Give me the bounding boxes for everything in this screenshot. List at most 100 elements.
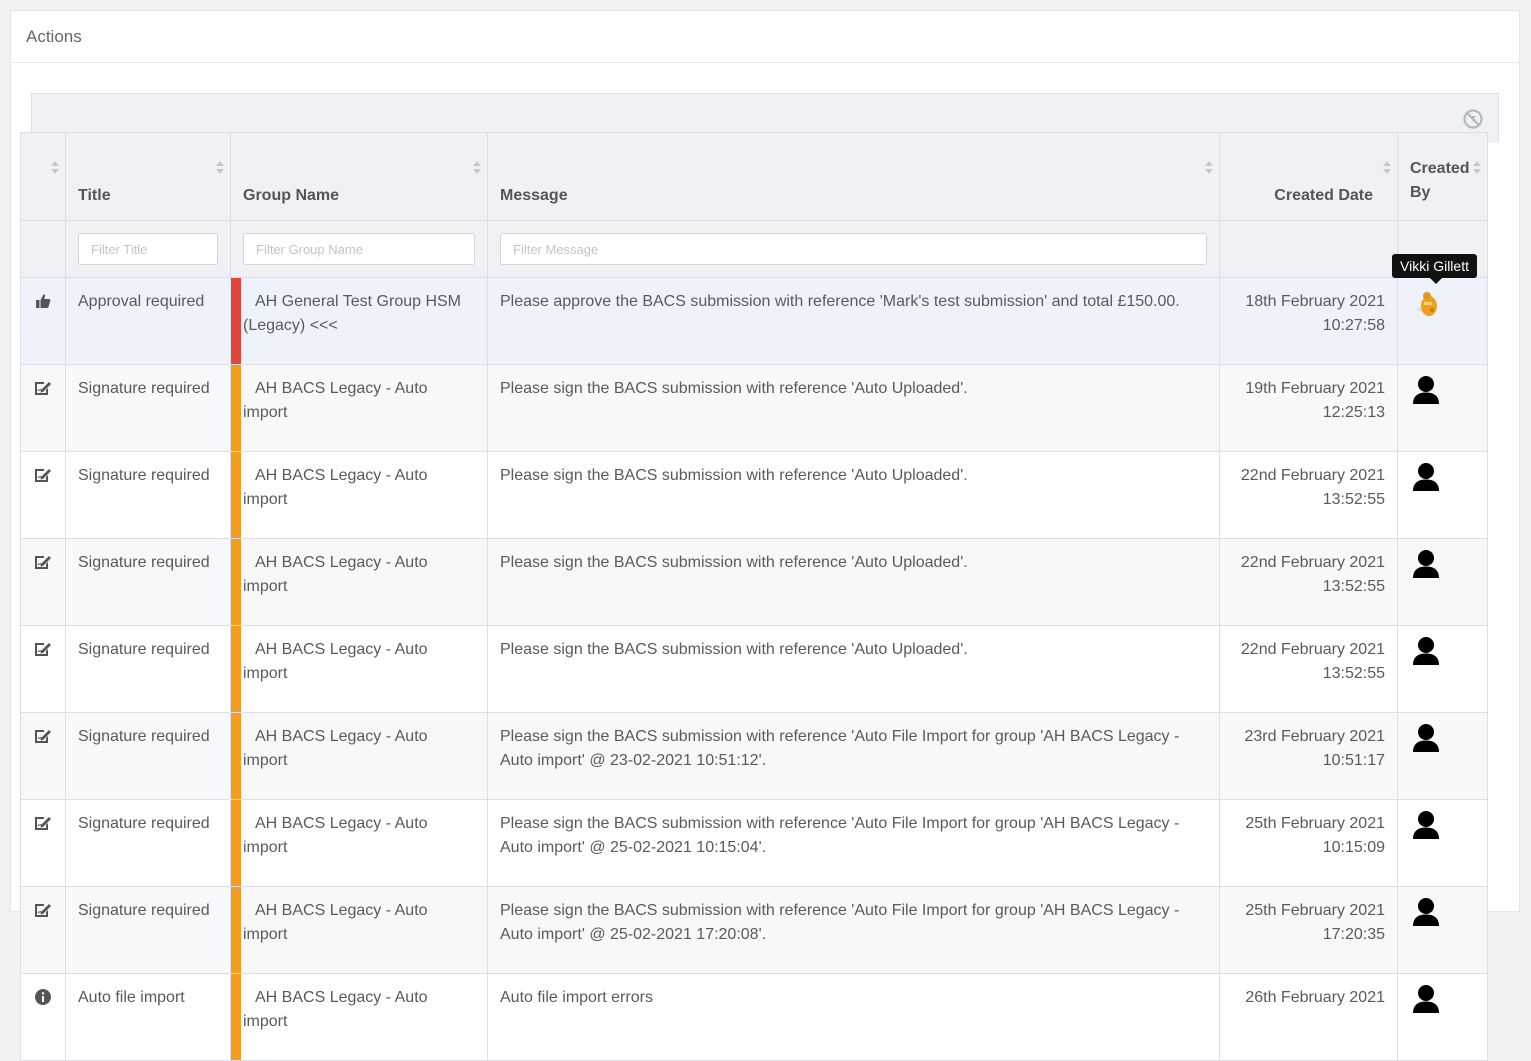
sort-icon: [1205, 161, 1213, 175]
row-icon-cell: [20, 625, 66, 713]
row-created-date: 22nd February 2021 13:52:55: [1219, 451, 1398, 539]
group-color-bar: [231, 452, 241, 538]
row-title: Signature required: [65, 712, 231, 800]
filter-message-input[interactable]: [500, 233, 1207, 265]
row-created-by[interactable]: [1397, 538, 1488, 626]
filter-title-input[interactable]: [78, 233, 218, 265]
table-row[interactable]: Signature required AH BACS Legacy - Auto…: [20, 451, 1488, 539]
row-created-by[interactable]: [1397, 451, 1488, 539]
filter-cell-empty: [20, 220, 66, 278]
row-group: AH General Test Group HSM (Legacy) <<<: [230, 277, 488, 365]
signature-icon: [33, 814, 53, 832]
user-icon[interactable]: [1412, 810, 1440, 840]
user-icon[interactable]: [1412, 549, 1440, 579]
card-title: Actions: [11, 11, 1519, 63]
info-icon: [34, 988, 52, 1006]
row-created-by[interactable]: [1397, 886, 1488, 974]
column-header-icon[interactable]: [20, 132, 66, 221]
signature-icon: [33, 901, 53, 919]
column-header-message[interactable]: Message: [487, 132, 1220, 221]
row-group: AH BACS Legacy - Auto import: [230, 712, 488, 800]
signature-icon: [33, 640, 53, 658]
row-icon-cell: [20, 451, 66, 539]
table-row[interactable]: Signature required AH BACS Legacy - Auto…: [20, 799, 1488, 887]
row-created-by[interactable]: [1397, 277, 1488, 365]
row-icon-cell: [20, 364, 66, 452]
table-row[interactable]: Signature required AH BACS Legacy - Auto…: [20, 712, 1488, 800]
row-created-date: 18th February 2021 10:27:58: [1219, 277, 1398, 365]
table-row[interactable]: Auto file import AH BACS Legacy - Auto i…: [20, 973, 1488, 1061]
user-icon[interactable]: [1412, 462, 1440, 492]
row-title: Signature required: [65, 451, 231, 539]
row-title: Signature required: [65, 625, 231, 713]
filter-group-input[interactable]: [243, 233, 475, 265]
row-created-date: 19th February 2021 12:25:13: [1219, 364, 1398, 452]
row-group: AH BACS Legacy - Auto import: [230, 364, 488, 452]
row-group: AH BACS Legacy - Auto import: [230, 625, 488, 713]
row-icon-cell: [20, 886, 66, 974]
signature-icon: [33, 379, 53, 397]
row-created-date: 22nd February 2021 13:52:55: [1219, 625, 1398, 713]
row-created-date: 22nd February 2021 13:52:55: [1219, 538, 1398, 626]
group-color-bar: [231, 539, 241, 625]
row-group: AH BACS Legacy - Auto import: [230, 799, 488, 887]
row-message: Please sign the BACS submission with ref…: [487, 799, 1220, 887]
group-color-bar: [231, 713, 241, 799]
actions-table: Title Group Name Message Created Date Cr…: [20, 132, 1488, 1061]
sort-icon: [51, 161, 59, 175]
row-title: Signature required: [65, 886, 231, 974]
column-header-group[interactable]: Group Name: [230, 132, 488, 221]
column-header-created-by[interactable]: Created By: [1397, 132, 1488, 221]
row-created-by[interactable]: [1397, 973, 1488, 1061]
column-header-title[interactable]: Title: [65, 132, 231, 221]
user-icon[interactable]: [1412, 375, 1440, 405]
group-color-bar: [231, 800, 241, 886]
sort-icon: [473, 161, 481, 175]
sort-icon: [216, 161, 224, 175]
row-message: Please approve the BACS submission with …: [487, 277, 1220, 365]
row-icon-cell: [20, 712, 66, 800]
row-created-by[interactable]: [1397, 712, 1488, 800]
row-group: AH BACS Legacy - Auto import: [230, 538, 488, 626]
table-row[interactable]: Signature required AH BACS Legacy - Auto…: [20, 538, 1488, 626]
table-row[interactable]: Signature required AH BACS Legacy - Auto…: [20, 625, 1488, 713]
signature-icon: [33, 727, 53, 745]
user-icon[interactable]: [1412, 723, 1440, 753]
row-group: AH BACS Legacy - Auto import: [230, 973, 488, 1061]
group-color-bar: [231, 626, 241, 712]
row-created-date: 25th February 2021 10:15:09: [1219, 799, 1398, 887]
row-title: Auto file import: [65, 973, 231, 1061]
reset-filters-icon[interactable]: [1462, 108, 1484, 130]
sort-icon: [1473, 161, 1481, 175]
row-group: AH BACS Legacy - Auto import: [230, 886, 488, 974]
signature-icon: [33, 553, 53, 571]
row-created-by[interactable]: [1397, 364, 1488, 452]
group-color-bar: [231, 974, 241, 1060]
row-icon-cell: [20, 538, 66, 626]
user-tooltip: Vikki Gillett: [1392, 254, 1477, 284]
row-title: Signature required: [65, 364, 231, 452]
signature-icon: [33, 466, 53, 484]
row-message: Auto file import errors: [487, 973, 1220, 1061]
table-row[interactable]: Signature required AH BACS Legacy - Auto…: [20, 886, 1488, 974]
row-message: Please sign the BACS submission with ref…: [487, 451, 1220, 539]
thumbs-up-icon: [34, 292, 52, 310]
row-group: AH BACS Legacy - Auto import: [230, 451, 488, 539]
row-message: Please sign the BACS submission with ref…: [487, 886, 1220, 974]
vikki-avatar-icon[interactable]: [1412, 288, 1442, 318]
filter-cell-empty: [1219, 220, 1398, 278]
row-created-by[interactable]: [1397, 799, 1488, 887]
row-message: Please sign the BACS submission with ref…: [487, 538, 1220, 626]
table-row[interactable]: Approval required AH General Test Group …: [20, 277, 1488, 365]
sort-icon: [1383, 161, 1391, 175]
user-icon[interactable]: [1412, 897, 1440, 927]
row-title: Signature required: [65, 799, 231, 887]
row-icon-cell: [20, 277, 66, 365]
group-color-bar: [231, 365, 241, 451]
row-message: Please sign the BACS submission with ref…: [487, 625, 1220, 713]
table-row[interactable]: Signature required AH BACS Legacy - Auto…: [20, 364, 1488, 452]
user-icon[interactable]: [1412, 636, 1440, 666]
column-header-created-date[interactable]: Created Date: [1219, 132, 1398, 221]
row-created-by[interactable]: [1397, 625, 1488, 713]
user-icon[interactable]: [1412, 984, 1440, 1014]
